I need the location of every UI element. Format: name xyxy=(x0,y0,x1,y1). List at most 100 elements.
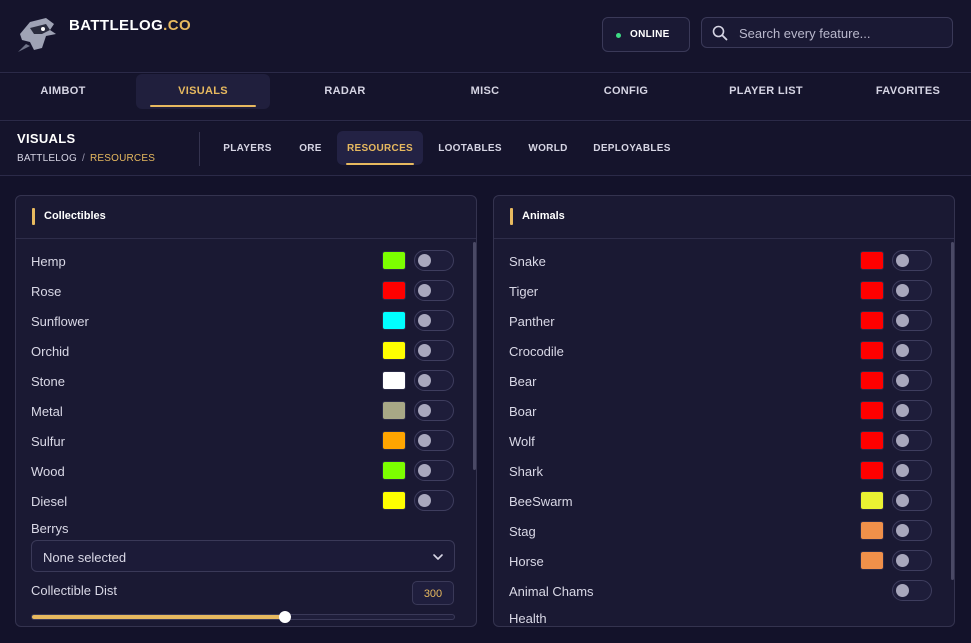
color-swatch[interactable] xyxy=(860,461,884,480)
color-swatch[interactable] xyxy=(382,251,406,270)
slider-thumb[interactable] xyxy=(279,611,292,623)
toggle-switch[interactable] xyxy=(414,340,454,361)
color-swatch[interactable] xyxy=(860,251,884,270)
subtab-ore[interactable]: ORE xyxy=(289,131,332,165)
list-item-sunflower: Sunflower xyxy=(31,309,455,333)
toggle-switch[interactable] xyxy=(892,250,932,271)
toggle-switch[interactable] xyxy=(892,310,932,331)
animal-chams-toggle[interactable] xyxy=(892,580,932,601)
toggle-switch[interactable] xyxy=(414,250,454,271)
list-item-orchid: Orchid xyxy=(31,339,455,363)
toggle-switch[interactable] xyxy=(892,430,932,451)
color-swatch[interactable] xyxy=(860,431,884,450)
color-swatch[interactable] xyxy=(860,371,884,390)
toggle-switch[interactable] xyxy=(892,370,932,391)
animals-scrollbar[interactable] xyxy=(951,242,954,580)
color-swatch[interactable] xyxy=(860,521,884,540)
color-swatch[interactable] xyxy=(382,371,406,390)
toggle-switch[interactable] xyxy=(892,460,932,481)
item-label: Hemp xyxy=(31,254,66,269)
toggle-switch[interactable] xyxy=(414,280,454,301)
toggle-switch[interactable] xyxy=(892,490,932,511)
toggle-switch[interactable] xyxy=(892,400,932,421)
color-swatch[interactable] xyxy=(382,281,406,300)
color-swatch[interactable] xyxy=(860,341,884,360)
toggle-switch[interactable] xyxy=(414,310,454,331)
toggle-switch[interactable] xyxy=(414,400,454,421)
list-item-wolf: Wolf xyxy=(509,429,933,453)
color-swatch[interactable] xyxy=(860,551,884,570)
toggle-knob xyxy=(896,284,909,297)
berrys-select[interactable]: None selected xyxy=(31,540,455,572)
subtab-lootables[interactable]: LOOTABLES xyxy=(431,131,509,165)
toggle-knob xyxy=(896,404,909,417)
item-label: Bear xyxy=(509,374,537,389)
subtab-resources[interactable]: RESOURCES xyxy=(337,131,423,165)
tab-aimbot[interactable]: AIMBOT xyxy=(0,74,134,109)
subtab-deployables[interactable]: DEPLOYABLES xyxy=(587,131,677,165)
list-item-stone: Stone xyxy=(31,369,455,393)
main-nav: AIMBOT VISUALS RADAR MISC CONFIG PLAYER … xyxy=(0,74,971,121)
breadcrumb-separator: / xyxy=(81,153,85,164)
toggle-knob xyxy=(896,464,909,477)
color-swatch[interactable] xyxy=(382,311,406,330)
item-label: Wolf xyxy=(509,434,535,449)
toggle-switch[interactable] xyxy=(414,460,454,481)
tab-visuals[interactable]: VISUALS xyxy=(136,74,270,109)
list-item-sulfur: Sulfur xyxy=(31,429,455,453)
header-accent-bar xyxy=(32,208,35,225)
list-item-shark: Shark xyxy=(509,459,933,483)
color-swatch[interactable] xyxy=(382,461,406,480)
color-swatch[interactable] xyxy=(382,401,406,420)
toggle-knob xyxy=(418,314,431,327)
color-swatch[interactable] xyxy=(382,431,406,450)
subtab-players[interactable]: PLAYERS xyxy=(214,131,281,165)
color-swatch[interactable] xyxy=(860,311,884,330)
search-box[interactable] xyxy=(701,17,953,48)
subtab-world[interactable]: WORLD xyxy=(517,131,579,165)
color-swatch[interactable] xyxy=(382,491,406,510)
sub-header: VISUALS BATTLELOG / RESOURCES PLAYERS ORE … xyxy=(0,122,971,176)
toggle-switch[interactable] xyxy=(414,430,454,451)
search-icon xyxy=(712,25,728,41)
search-input[interactable] xyxy=(739,23,944,43)
color-swatch[interactable] xyxy=(860,491,884,510)
status-dot-icon xyxy=(616,33,621,38)
item-label: Panther xyxy=(509,314,555,329)
tab-player-list[interactable]: PLAYER LIST xyxy=(699,74,833,109)
item-label: Sunflower xyxy=(31,314,89,329)
toggle-switch[interactable] xyxy=(892,340,932,361)
tab-misc[interactable]: MISC xyxy=(418,74,552,109)
toggle-switch[interactable] xyxy=(414,490,454,511)
list-item-metal: Metal xyxy=(31,399,455,423)
color-swatch[interactable] xyxy=(382,341,406,360)
toggle-knob xyxy=(896,314,909,327)
color-swatch[interactable] xyxy=(860,281,884,300)
tab-favorites[interactable]: FAVORITES xyxy=(841,74,971,109)
collectible-dist-slider[interactable] xyxy=(31,611,455,623)
header-accent-bar xyxy=(510,208,513,225)
collectible-dist-value[interactable]: 300 xyxy=(412,581,454,605)
toggle-switch[interactable] xyxy=(892,280,932,301)
toggle-knob xyxy=(896,254,909,267)
list-item-tiger: Tiger xyxy=(509,279,933,303)
toggle-knob xyxy=(418,344,431,357)
breadcrumb-root[interactable]: BATTLELOG xyxy=(17,153,77,164)
toggle-knob xyxy=(896,344,909,357)
item-label: Snake xyxy=(509,254,546,269)
color-swatch[interactable] xyxy=(860,401,884,420)
toggle-switch[interactable] xyxy=(892,550,932,571)
tab-radar[interactable]: RADAR xyxy=(278,74,412,109)
item-label: Stone xyxy=(31,374,65,389)
item-label: Stag xyxy=(509,524,536,539)
tab-config[interactable]: CONFIG xyxy=(559,74,693,109)
list-item-horse: Horse xyxy=(509,549,933,573)
sub-divider xyxy=(199,132,200,166)
item-label: Sulfur xyxy=(31,434,65,449)
status-badge: ONLINE xyxy=(602,17,690,52)
toggle-switch[interactable] xyxy=(414,370,454,391)
collectibles-scrollbar[interactable] xyxy=(473,242,476,470)
toggle-switch[interactable] xyxy=(892,520,932,541)
list-item-rose: Rose xyxy=(31,279,455,303)
breadcrumb: BATTLELOG / RESOURCES xyxy=(17,153,155,164)
